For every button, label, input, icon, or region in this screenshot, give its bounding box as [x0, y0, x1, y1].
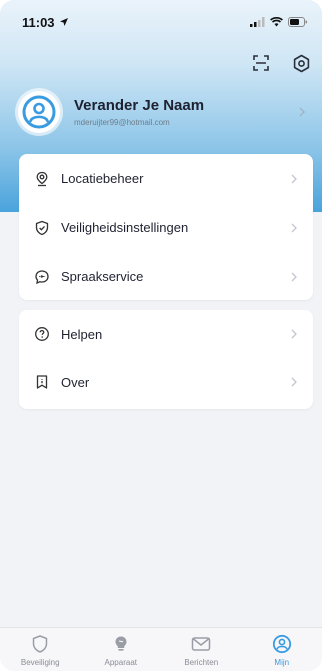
profile-name: Verander Je Naam: [74, 97, 205, 114]
bookmark-info-icon: [33, 373, 51, 391]
profile-email: mderuijter99@hotmail.com: [74, 118, 170, 127]
menu-item-voice-service[interactable]: Spraakservice: [19, 252, 313, 301]
menu-item-help[interactable]: Helpen: [19, 310, 313, 358]
shield-icon: [29, 633, 51, 655]
header-actions: [250, 52, 312, 74]
tab-security[interactable]: Beveiliging: [5, 633, 75, 667]
speech-bubble-icon: [33, 268, 51, 286]
tab-messages[interactable]: Berichten: [166, 633, 236, 667]
tab-label: Apparaat: [104, 658, 137, 667]
tab-label: Berichten: [184, 658, 219, 667]
status-time-text: 11:03: [22, 14, 55, 30]
tab-device[interactable]: Apparaat: [86, 633, 156, 667]
location-arrow-icon: [59, 18, 68, 26]
profile-text: Verander Je Naam mderuijter99@hotmail.co…: [74, 97, 296, 127]
chevron-right-icon: [291, 377, 297, 387]
battery-icon: [288, 17, 307, 27]
wifi-icon: [270, 17, 283, 27]
avatar[interactable]: [18, 91, 60, 133]
app-screen: 11:03 Verander Je Naam mderuijter99@hotm…: [0, 0, 322, 671]
menu-item-security-settings[interactable]: Veiligheidsinstellingen: [19, 203, 313, 252]
menu-item-label: Locatiebeheer: [61, 171, 144, 186]
cellular-signal-icon: [250, 17, 265, 27]
user-circle-icon: [271, 633, 293, 655]
bottom-tab-bar: Beveiliging Apparaat Berichten Mijn: [0, 627, 322, 671]
status-icons: [250, 17, 308, 27]
gear-icon: [293, 54, 309, 72]
chevron-right-icon: [291, 329, 297, 339]
shield-check-icon: [33, 219, 51, 237]
menu-item-about[interactable]: Over: [19, 358, 313, 406]
location-pin-icon: [33, 170, 51, 188]
profile-header[interactable]: Verander Je Naam mderuijter99@hotmail.co…: [18, 88, 314, 136]
menu-item-label: Over: [61, 374, 90, 390]
tab-label: Beveiliging: [20, 658, 60, 667]
chevron-right-icon: [291, 174, 297, 183]
menu-item-label: Veiligheidsinstellingen: [61, 220, 189, 235]
menu-item-label: Helpen: [61, 326, 103, 342]
status-time: 11:03: [22, 15, 69, 30]
help-circle-icon: [33, 325, 51, 343]
menu-item-label: Spraakservice: [61, 269, 144, 284]
chevron-right-icon: [299, 107, 305, 117]
bulb-icon: [110, 633, 132, 655]
info-card: Helpen Over: [19, 310, 313, 409]
settings-card: Locatiebeheer Veiligheidsinstellingen Sp…: [19, 154, 313, 300]
user-avatar-icon: [22, 95, 56, 129]
chevron-right-icon: [291, 272, 297, 281]
scan-button[interactable]: [250, 52, 272, 74]
tab-mine[interactable]: Mijn: [247, 633, 317, 667]
settings-button[interactable]: [290, 52, 312, 74]
tab-label: Mijn: [274, 658, 290, 667]
chevron-right-icon: [291, 223, 297, 232]
mail-icon: [190, 633, 212, 655]
status-bar: 11:03: [0, 0, 322, 44]
scan-icon: [253, 55, 269, 71]
menu-item-location-management[interactable]: Locatiebeheer: [19, 154, 313, 203]
